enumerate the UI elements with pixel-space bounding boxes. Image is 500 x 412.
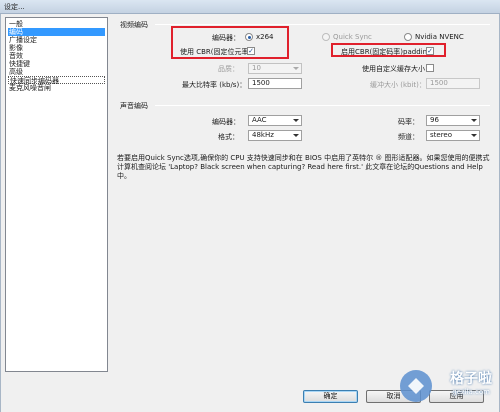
max-bitrate-input[interactable]: 1500 — [248, 78, 302, 89]
sidebar-item-quicksync-encoder[interactable]: 快速同步编码器 — [8, 76, 105, 85]
settings-category-list[interactable]: 一般 编码 广播设定 影像 音效 快捷键 高级 快速同步编码器 麦克风噪音闸 — [5, 17, 108, 372]
chevron-down-icon — [471, 119, 477, 122]
nvenc-radio[interactable] — [404, 33, 412, 41]
window-title: 设定... — [4, 3, 25, 11]
audio-channels-select[interactable]: stereo — [426, 130, 480, 141]
sidebar-item-broadcast[interactable]: 广播设定 — [8, 36, 105, 44]
site-watermark: 格子啦 gezila.com — [396, 366, 496, 406]
watermark-sub: gezila.com — [452, 388, 490, 396]
quality-select[interactable]: 10 — [248, 63, 302, 74]
quicksync-radio[interactable] — [322, 33, 330, 41]
quality-label: 品质： — [218, 65, 239, 73]
audio-format-value: 48kHz — [252, 131, 274, 139]
audio-bitrate-label: 码率： — [398, 118, 419, 126]
audio-bitrate-value: 96 — [430, 116, 439, 124]
chevron-down-icon — [293, 134, 299, 137]
sidebar-item-general[interactable]: 一般 — [8, 20, 105, 28]
audio-channels-label: 频道： — [398, 133, 419, 141]
sidebar-item-audio[interactable]: 音效 — [8, 52, 105, 60]
video-group-label: 视频编码 — [120, 21, 148, 29]
quicksync-label: Quick Sync — [333, 33, 372, 41]
chevron-down-icon — [471, 134, 477, 137]
sidebar-item-video[interactable]: 影像 — [8, 44, 105, 52]
audio-group-divider — [155, 105, 490, 106]
audio-codec-label: 编码器： — [212, 118, 240, 126]
ok-button[interactable]: 确定 — [303, 390, 358, 403]
chevron-down-icon — [293, 119, 299, 122]
nvenc-label: Nvidia NVENC — [415, 33, 464, 41]
buffer-size-label: 缓冲大小 (kbit)： — [370, 81, 426, 89]
max-bitrate-label: 最大比特率 (kb/s)： — [182, 81, 247, 89]
audio-bitrate-select[interactable]: 96 — [426, 115, 480, 126]
video-group-divider — [155, 24, 490, 25]
buffer-size-input[interactable]: 1500 — [426, 78, 480, 89]
audio-format-select[interactable]: 48kHz — [248, 130, 302, 141]
sidebar-item-encoding[interactable]: 编码 — [8, 28, 105, 36]
watermark-text: 格子啦 — [450, 371, 492, 387]
sidebar-item-hotkeys[interactable]: 快捷键 — [8, 60, 105, 68]
title-bar: 设定... — [0, 0, 500, 14]
audio-format-label: 格式： — [218, 133, 239, 141]
audio-codec-select[interactable]: AAC — [248, 115, 302, 126]
chevron-down-icon — [293, 67, 299, 70]
sidebar-item-advanced[interactable]: 高级 — [8, 68, 105, 76]
audio-channels-value: stereo — [430, 131, 453, 139]
watermark-logo-icon — [400, 370, 432, 402]
quality-value: 10 — [252, 64, 261, 72]
custom-buffer-checkbox[interactable] — [426, 64, 434, 72]
highlight-box-encoder-cbr — [171, 26, 289, 59]
custom-buffer-label: 使用自定义缓存大小 — [362, 65, 425, 73]
audio-group-label: 声音编码 — [120, 102, 148, 110]
highlight-box-cbr-padding — [331, 43, 446, 57]
quicksync-info-text: 若要启用Quick Sync选项,确保你的 CPU 支持快速同步和在 BIOS … — [117, 154, 490, 180]
sidebar-item-noise-gate[interactable]: 麦克风噪音闸 — [8, 84, 105, 92]
audio-codec-value: AAC — [252, 116, 267, 124]
